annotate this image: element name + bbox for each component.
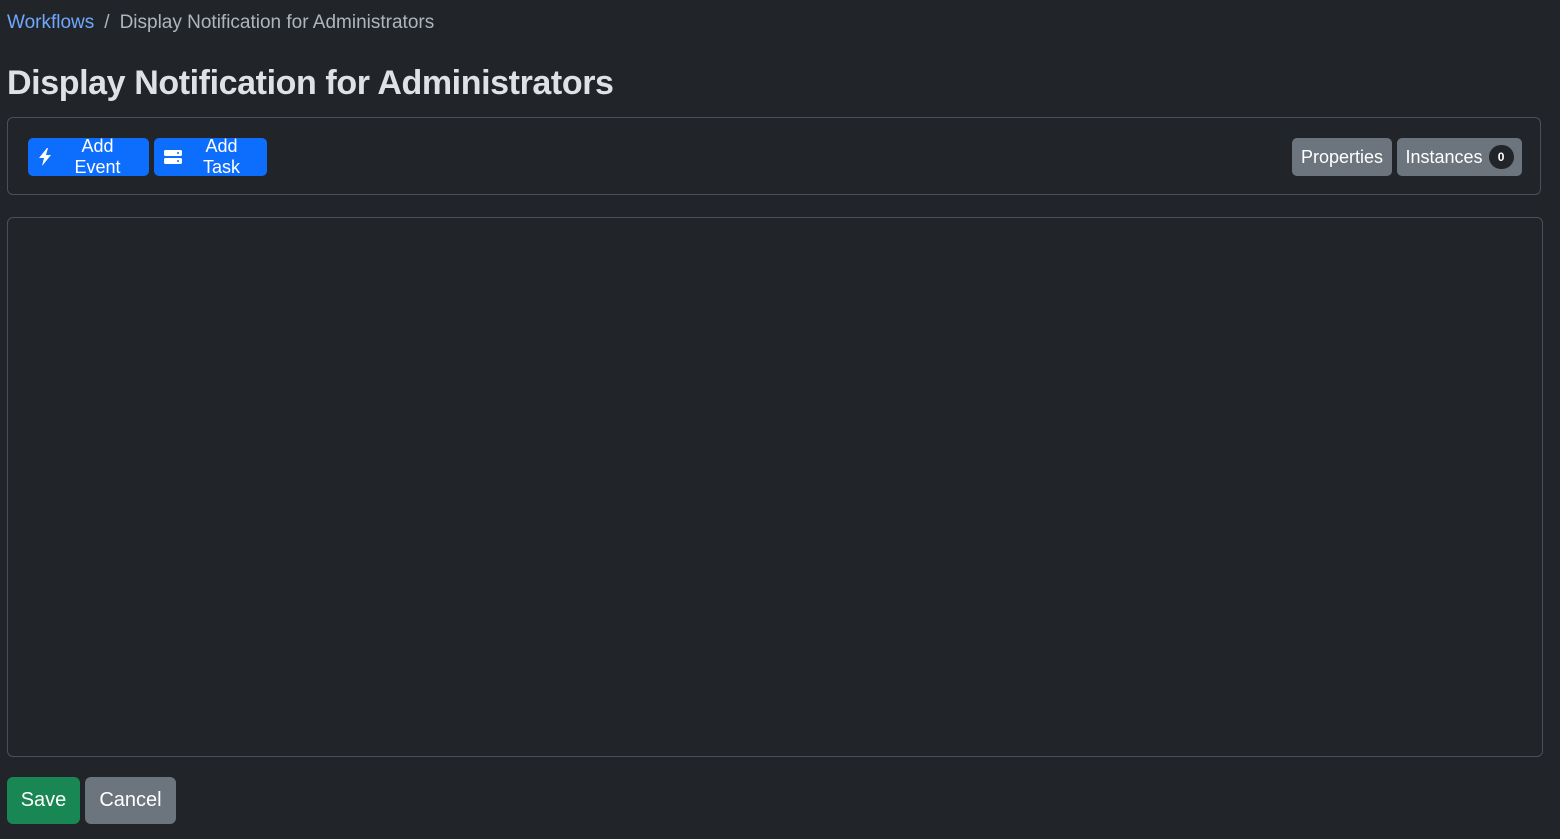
cancel-label: Cancel bbox=[99, 789, 162, 811]
add-task-button[interactable]: Add Task bbox=[154, 136, 267, 177]
add-task-label: Add Task bbox=[202, 136, 240, 177]
save-label: Save bbox=[20, 789, 67, 811]
breadcrumb-workflows-link[interactable]: Workflows bbox=[7, 10, 94, 36]
server-stack-icon bbox=[164, 149, 182, 165]
breadcrumb: Workflows / Display Notification for Adm… bbox=[7, 10, 434, 36]
properties-button[interactable]: Properties bbox=[1292, 138, 1392, 176]
toolbar-card: Add Event Add Task Properties Instances … bbox=[7, 117, 1541, 195]
workflow-editor-page: Workflows / Display Notification for Adm… bbox=[0, 0, 1560, 839]
add-event-button[interactable]: Add Event bbox=[28, 136, 149, 177]
page-title: Display Notification for Administrators bbox=[7, 64, 614, 102]
instances-count-badge: 0 bbox=[1488, 145, 1514, 169]
workflow-canvas[interactable] bbox=[7, 217, 1543, 757]
lightning-bolt-icon bbox=[38, 148, 52, 166]
cancel-button[interactable]: Cancel bbox=[85, 777, 176, 824]
instances-button[interactable]: Instances 0 bbox=[1397, 138, 1522, 176]
breadcrumb-current: Display Notification for Administrators bbox=[119, 12, 435, 33]
breadcrumb-separator: / bbox=[104, 12, 110, 33]
properties-label: Properties bbox=[1300, 146, 1384, 167]
instances-label: Instances bbox=[1405, 146, 1483, 167]
save-button[interactable]: Save bbox=[7, 777, 80, 824]
add-event-label: Add Event bbox=[74, 136, 121, 177]
